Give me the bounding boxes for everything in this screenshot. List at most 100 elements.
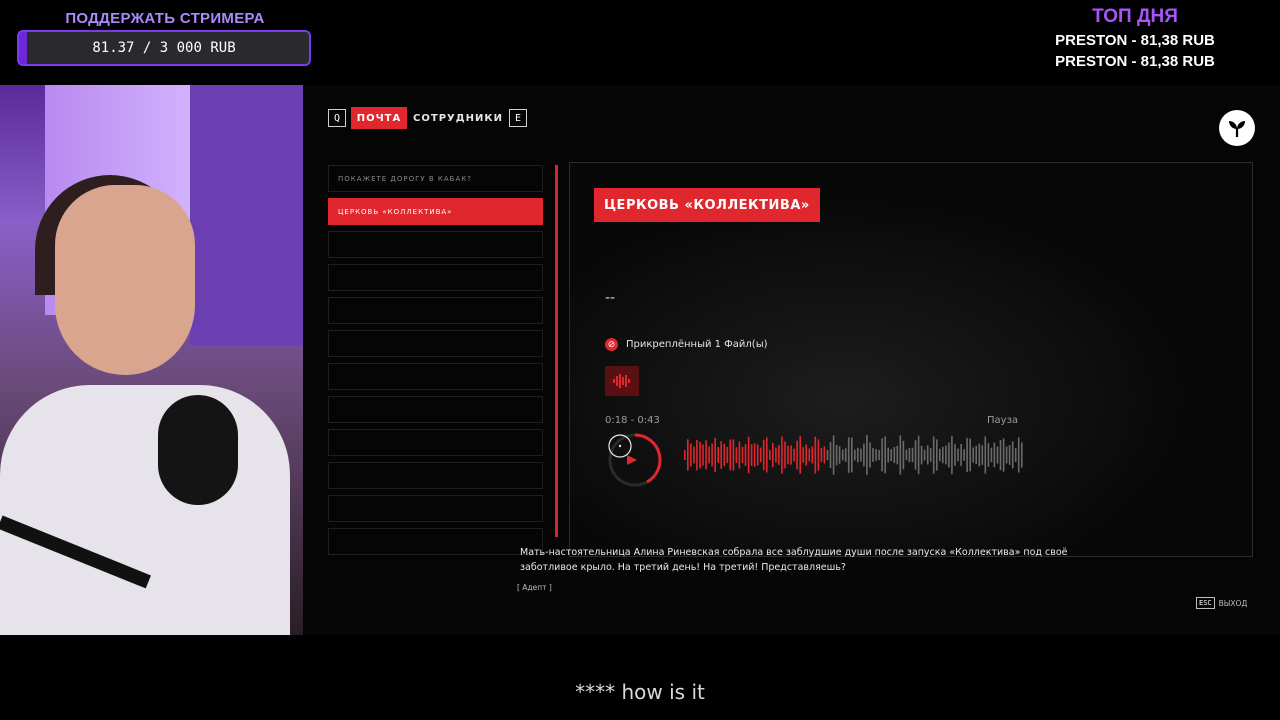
waveform-bar <box>738 441 741 469</box>
mail-detail-panel: ЦЕРКОВЬ «КОЛЛЕКТИВА» -- ⊘ Прикреплённый … <box>569 162 1253 557</box>
mail-item[interactable]: ПОКАЖЕТЕ ДОРОГУ В КАБАК? <box>328 165 543 192</box>
waveform-bar <box>775 447 777 463</box>
mail-list-divider <box>555 165 558 537</box>
waveform-bar <box>999 440 1002 471</box>
waveform-bar <box>902 440 905 470</box>
mail-item[interactable] <box>328 330 543 357</box>
waveform-bar <box>726 446 729 463</box>
waveform-bar <box>756 444 759 466</box>
waveform-bar <box>705 440 707 470</box>
waveform-bar <box>693 446 695 464</box>
mail-item[interactable] <box>328 264 543 291</box>
waveform-bar <box>811 446 814 464</box>
tab-key-e[interactable]: E <box>509 109 527 127</box>
waveform-bar <box>1008 445 1011 465</box>
top-day-title: ТОП ДНЯ <box>1092 6 1178 27</box>
waveform-bar <box>911 447 914 463</box>
waveform-bar <box>808 448 811 462</box>
audio-state: Пауза <box>987 415 1019 426</box>
play-button[interactable] <box>606 431 664 489</box>
waveform-bar <box>805 444 807 466</box>
donation-progress-bar: 81.37 / 3 000 RUB <box>17 30 311 66</box>
top-day-entry: PRESTON - 81,38 RUB <box>1055 32 1215 49</box>
tab-staff[interactable]: СОТРУДНИКИ <box>411 107 505 129</box>
waveform-bar <box>802 447 804 463</box>
waveform-bar <box>799 436 801 474</box>
waveform-bar <box>881 438 883 472</box>
waveform-bar <box>945 445 947 465</box>
mail-item[interactable] <box>328 297 543 324</box>
waveform-bar <box>914 440 917 470</box>
webcam-microphone <box>158 395 238 505</box>
exit-label: ВЫХОД <box>1218 598 1248 608</box>
waveform-bar <box>787 445 789 465</box>
waveform-bar <box>869 442 871 468</box>
waveform-bar <box>747 436 750 474</box>
waveform-bar <box>860 448 862 462</box>
donation-progress-text: 81.37 / 3 000 RUB <box>92 40 236 56</box>
waveform-bar <box>841 449 844 461</box>
webcam-streamer-shirt <box>0 385 290 635</box>
waveform-bar <box>1021 442 1023 468</box>
waveform-bar <box>920 445 923 465</box>
mail-item[interactable]: ЦЕРКОВЬ «КОЛЛЕКТИВА» <box>328 198 543 225</box>
mail-detail-body: -- <box>605 290 616 306</box>
waveform-bar <box>823 446 826 464</box>
mail-item[interactable] <box>328 495 543 522</box>
waveform-bar <box>1014 448 1017 462</box>
waveform-bar <box>926 445 929 465</box>
waveform-bar <box>684 450 686 460</box>
waveform-bar <box>851 437 853 473</box>
waveform-bar <box>778 445 780 465</box>
game-mail-screen: Q ПОЧТА СОТРУДНИКИ E ПОКАЖЕТЕ ДОРОГУ В К… <box>303 85 1280 635</box>
exit-hint[interactable]: ESC ВЫХОД <box>1196 597 1247 609</box>
waveform-bar <box>1005 446 1008 464</box>
waveform-bar <box>735 447 738 463</box>
mail-item[interactable] <box>328 462 543 489</box>
game-speaker-label: [ Адепт ] <box>517 583 552 592</box>
audio-waveform[interactable] <box>684 429 1024 481</box>
mail-item[interactable] <box>328 429 543 456</box>
audio-file-icon[interactable] <box>605 366 639 396</box>
waveform-bar <box>954 444 956 466</box>
waveform-bar <box>796 440 798 470</box>
waveform-bar <box>942 446 944 464</box>
waveform-bar <box>696 439 698 471</box>
waveform-bar <box>932 436 935 474</box>
game-subtitle: Мать-настоятельница Алина Риневская собр… <box>520 547 1068 573</box>
play-icon <box>627 455 637 465</box>
waveform-bar <box>753 443 756 467</box>
waveform-bar <box>890 449 892 461</box>
waveform-bar <box>948 442 950 468</box>
waveform-bar <box>1011 441 1014 469</box>
waveform-bar <box>1002 438 1005 472</box>
waveform-bar <box>702 444 704 466</box>
waveform-bar <box>899 435 902 475</box>
waveform-bar <box>784 441 786 469</box>
waveform-bar <box>923 449 926 461</box>
waveform-bar <box>908 447 911 463</box>
mail-item[interactable] <box>328 528 543 555</box>
mail-item[interactable] <box>328 396 543 423</box>
waveform-bar <box>781 436 783 474</box>
waveform-bar <box>687 439 689 471</box>
tab-mail[interactable]: ПОЧТА <box>351 107 407 129</box>
waveform-bar <box>820 448 823 462</box>
audio-progress-arc <box>634 433 662 484</box>
mail-item[interactable] <box>328 231 543 258</box>
waveform-bar <box>975 445 977 465</box>
waveform-bar <box>714 437 716 473</box>
waveform-bar <box>766 437 768 473</box>
waveform-bar <box>829 441 832 469</box>
waveform-bar <box>759 447 762 463</box>
mail-item[interactable] <box>328 363 543 390</box>
waveform-bar <box>793 448 795 462</box>
webcam-streamer-face <box>55 185 195 375</box>
waveform-bar <box>741 446 744 463</box>
waveform-bar <box>893 447 896 463</box>
tab-key-q[interactable]: Q <box>328 109 346 127</box>
waveform-bar <box>699 441 701 469</box>
donation-title: ПОДДЕРЖАТЬ СТРИМЕРА <box>65 10 265 27</box>
waveform-bar <box>817 439 820 471</box>
waveform-bar <box>972 447 974 463</box>
